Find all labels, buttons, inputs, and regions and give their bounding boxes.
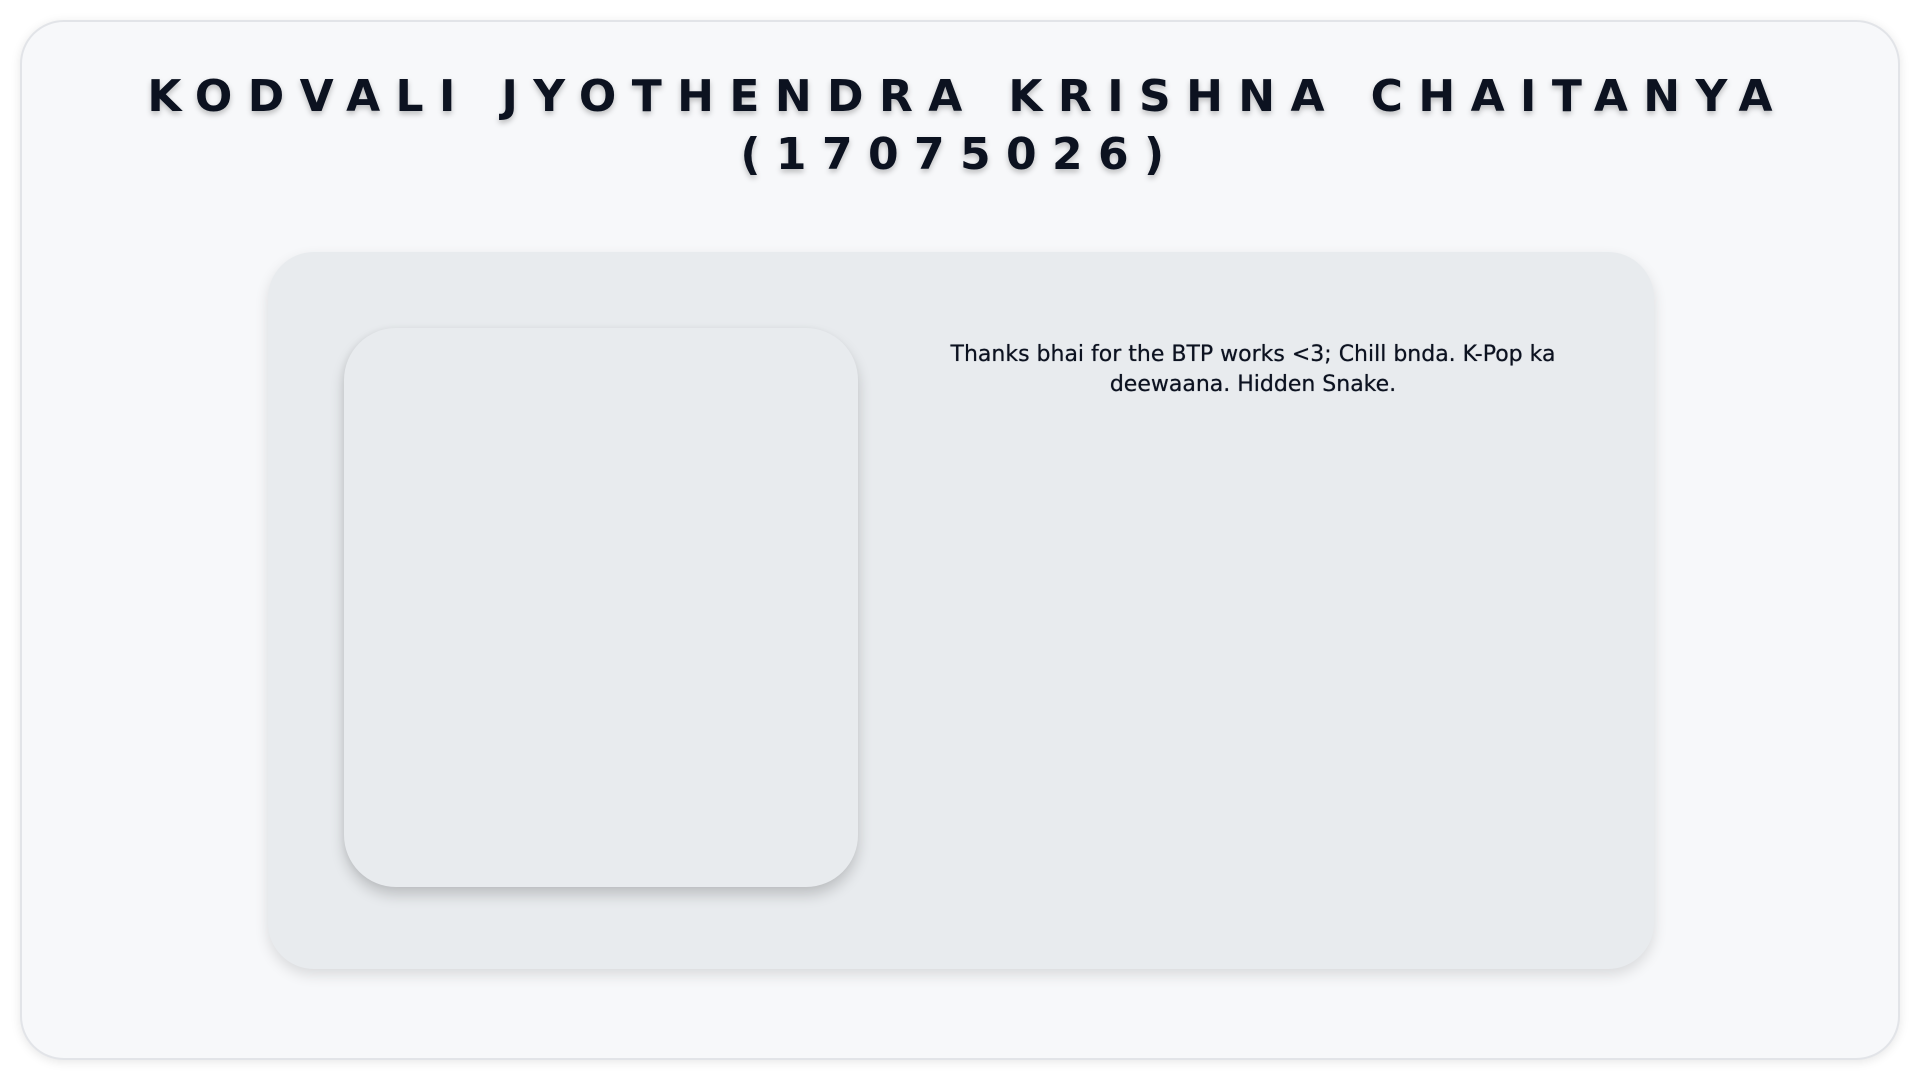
photo-placeholder bbox=[344, 328, 858, 887]
profile-message: Thanks bhai for the BTP works <3; Chill … bbox=[950, 342, 1556, 397]
profile-card: Thanks bhai for the BTP works <3; Chill … bbox=[268, 252, 1654, 969]
page-title: KODVALI JYOTHENDRA KRISHNA CHAITANYA (17… bbox=[0, 68, 1920, 184]
person-name: KODVALI JYOTHENDRA KRISHNA CHAITANYA bbox=[147, 71, 1789, 122]
person-id: (17075026) bbox=[740, 129, 1180, 180]
